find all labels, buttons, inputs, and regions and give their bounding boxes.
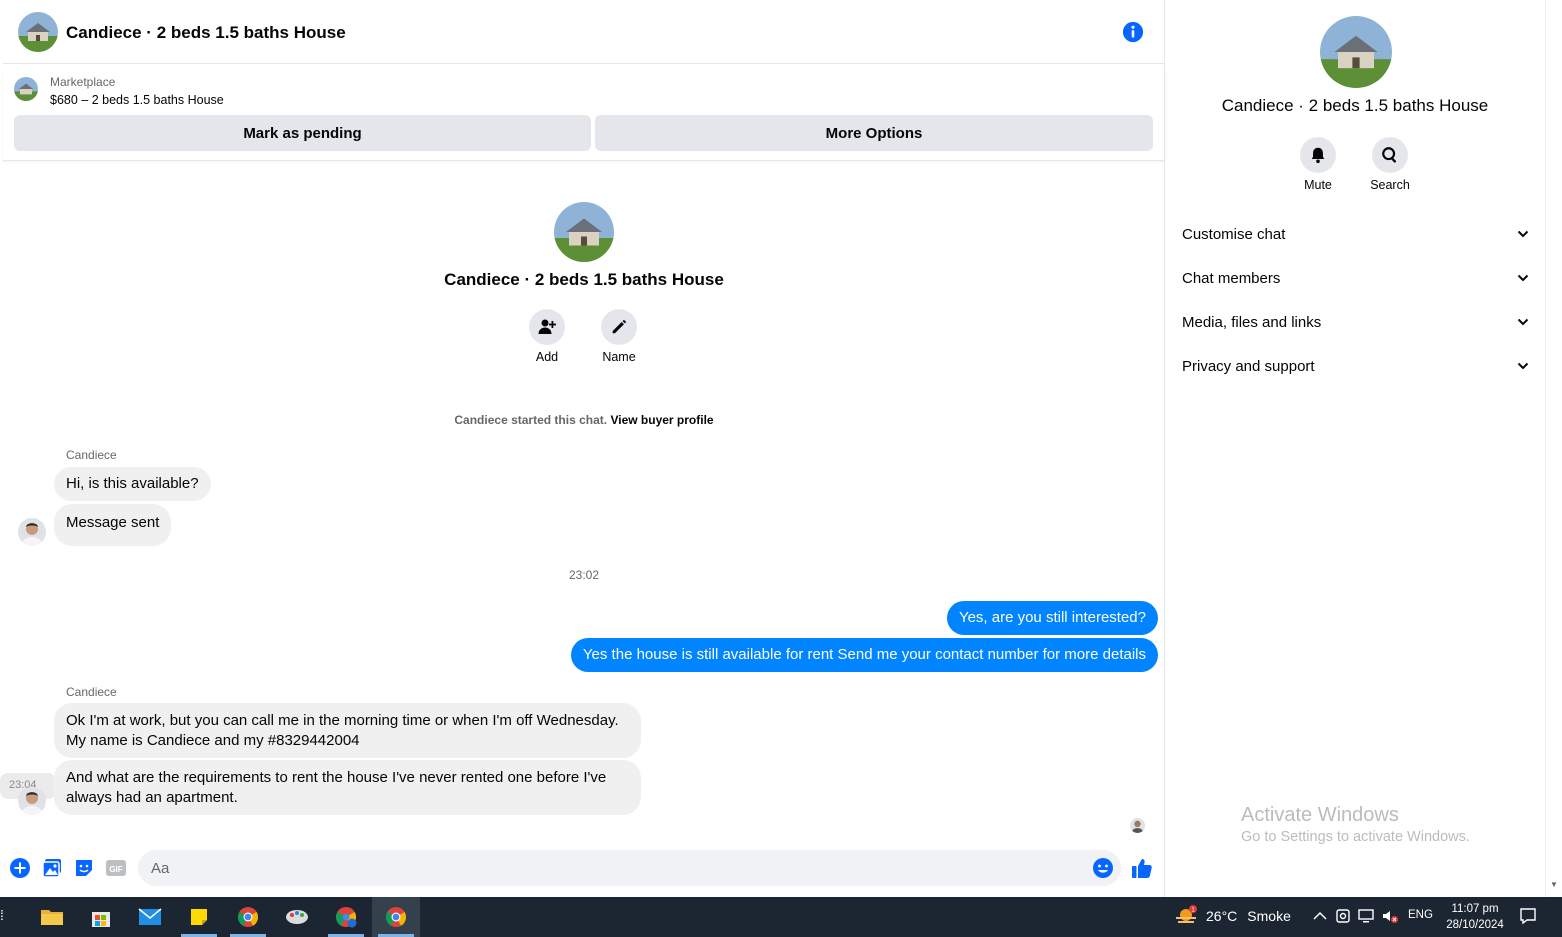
info-icon[interactable] bbox=[1122, 21, 1144, 43]
activate-windows-watermark: Activate Windows Go to Settings to activ… bbox=[1241, 804, 1470, 845]
listing-source-label: Marketplace bbox=[50, 75, 116, 89]
scroll-down-arrow-icon[interactable]: ▼ bbox=[1550, 880, 1558, 889]
like-thumb-icon[interactable] bbox=[1131, 857, 1153, 879]
mute-button[interactable]: Mute bbox=[1288, 137, 1348, 192]
task-view-icon[interactable]: ⁞ bbox=[0, 907, 4, 923]
message-line: Ok I'm at work, but you can call me in t… bbox=[66, 712, 619, 729]
message-input[interactable] bbox=[138, 850, 1121, 886]
listing-title[interactable]: $680 – 2 beds 1.5 baths House bbox=[50, 93, 224, 107]
outgoing-message[interactable]: Yes the house is still available for ren… bbox=[570, 638, 1158, 672]
sender-avatar[interactable] bbox=[18, 787, 46, 815]
photo-icon[interactable] bbox=[41, 857, 63, 879]
row-label: Privacy and support bbox=[1182, 357, 1315, 375]
weather-smoke-icon: 1 bbox=[1176, 905, 1197, 923]
search-label: Search bbox=[1370, 178, 1410, 192]
network-icon[interactable] bbox=[1357, 907, 1375, 925]
chrome-icon[interactable] bbox=[224, 897, 272, 937]
chevron-down-icon bbox=[1517, 274, 1529, 282]
seen-receipt-avatar bbox=[1130, 818, 1145, 833]
row-label: Media, files and links bbox=[1182, 313, 1322, 331]
language-indicator[interactable]: ENG bbox=[1408, 909, 1433, 921]
bell-icon bbox=[1311, 147, 1325, 164]
emoji-icon[interactable] bbox=[1092, 857, 1114, 879]
sender-name: Candiece bbox=[66, 448, 117, 462]
windows-taskbar: ⁞ 1 26°C Smoke ENG 11:07 pm 28/10/2024 bbox=[0, 897, 1562, 937]
name-label: Name bbox=[602, 350, 636, 364]
chevron-down-icon bbox=[1517, 362, 1529, 370]
mute-label: Mute bbox=[1304, 178, 1332, 192]
chrome-profile-icon[interactable] bbox=[322, 897, 370, 937]
row-label: Customise chat bbox=[1182, 225, 1286, 243]
weather-temperature: 26°C bbox=[1206, 908, 1238, 924]
intro-title: Candiece · 2 beds 1.5 baths House bbox=[444, 270, 724, 289]
sender-name: Candiece bbox=[66, 685, 117, 699]
clock-time: 11:07 pm bbox=[1451, 903, 1499, 915]
chrome-icon[interactable] bbox=[372, 897, 420, 937]
add-label: Add bbox=[535, 350, 559, 364]
chat-title[interactable]: Candiece · 2 beds 1.5 baths House bbox=[66, 23, 346, 43]
file-explorer-icon[interactable] bbox=[28, 897, 76, 937]
row-label: Chat members bbox=[1182, 269, 1281, 287]
search-in-chat-button[interactable]: Search bbox=[1360, 137, 1420, 192]
message-thread: Candiece · 2 beds 1.5 baths House Add Na… bbox=[0, 162, 1165, 845]
messenger-app: Candiece · 2 beds 1.5 baths House Market… bbox=[0, 0, 1562, 897]
chevron-down-icon bbox=[1517, 318, 1529, 326]
weather-condition: Smoke bbox=[1247, 908, 1291, 924]
chat-avatar[interactable] bbox=[18, 12, 58, 52]
time-divider: 23:02 bbox=[568, 568, 600, 582]
started-text: Candiece started this chat. bbox=[454, 413, 608, 427]
mail-icon[interactable] bbox=[126, 897, 174, 937]
panel-avatar bbox=[1320, 16, 1392, 88]
message-line: And what are the requirements to rent th… bbox=[66, 769, 607, 786]
listing-thumbnail[interactable] bbox=[14, 77, 38, 101]
add-people-button[interactable]: Add bbox=[517, 309, 577, 364]
microsoft-store-icon[interactable] bbox=[77, 897, 125, 937]
search-icon bbox=[1382, 147, 1397, 163]
meet-now-icon[interactable] bbox=[1334, 907, 1352, 925]
view-buyer-profile-link[interactable]: View buyer profile bbox=[610, 413, 713, 427]
message-line: always had an apartment. bbox=[66, 789, 238, 806]
incoming-message[interactable]: Hi, is this available? bbox=[54, 467, 211, 501]
marketplace-listing-bar: Marketplace $680 – 2 beds 1.5 baths Hous… bbox=[3, 65, 1165, 161]
sticker-icon[interactable] bbox=[73, 857, 95, 879]
page-scrollbar[interactable]: ▼ bbox=[1545, 0, 1562, 897]
mark-as-pending-button[interactable]: Mark as pending bbox=[14, 115, 591, 151]
clock-date: 28/10/2024 bbox=[1446, 919, 1504, 931]
sticky-notes-icon[interactable] bbox=[175, 897, 223, 937]
chat-members-row[interactable]: Chat members bbox=[1182, 256, 1530, 300]
name-chat-button[interactable]: Name bbox=[589, 309, 649, 364]
volume-muted-icon[interactable] bbox=[1381, 907, 1399, 925]
privacy-support-row[interactable]: Privacy and support bbox=[1182, 344, 1530, 388]
watermark-title: Activate Windows bbox=[1241, 804, 1399, 826]
svg-text:GIF: GIF bbox=[109, 865, 122, 874]
watermark-subtitle: Go to Settings to activate Windows. bbox=[1241, 829, 1470, 845]
incoming-message[interactable]: Ok I'm at work, but you can call me in t… bbox=[54, 703, 641, 758]
sender-avatar[interactable] bbox=[18, 518, 46, 546]
media-files-links-row[interactable]: Media, files and links bbox=[1182, 300, 1530, 344]
weather-widget[interactable]: 1 26°C Smoke bbox=[1174, 905, 1291, 927]
incoming-message[interactable]: Message sent bbox=[54, 504, 172, 546]
more-options-button[interactable]: More Options bbox=[595, 115, 1153, 151]
outgoing-message[interactable]: Yes, are you still interested? bbox=[946, 601, 1158, 635]
taskbar-clock[interactable]: 11:07 pm 28/10/2024 bbox=[1440, 901, 1510, 933]
chat-started-notice: Candiece started this chat. View buyer p… bbox=[3, 413, 1165, 427]
pencil-icon bbox=[612, 319, 627, 334]
add-person-icon bbox=[538, 319, 556, 334]
intro-avatar bbox=[554, 202, 614, 262]
message-composer: GIF bbox=[3, 845, 1165, 897]
chat-info-panel: Candiece · 2 beds 1.5 baths House Mute S… bbox=[1166, 0, 1544, 897]
notification-center-icon[interactable] bbox=[1519, 907, 1537, 925]
plus-circle-icon[interactable] bbox=[9, 857, 31, 879]
paint-icon[interactable] bbox=[273, 897, 321, 937]
chat-header: Candiece · 2 beds 1.5 baths House bbox=[3, 0, 1165, 64]
panel-title: Candiece · 2 beds 1.5 baths House bbox=[1221, 96, 1489, 115]
message-line: My name is Candiece and my #8329442004 bbox=[66, 732, 360, 749]
chat-column: Candiece · 2 beds 1.5 baths House Market… bbox=[0, 0, 1165, 897]
customise-chat-row[interactable]: Customise chat bbox=[1182, 212, 1530, 256]
gif-icon[interactable]: GIF bbox=[105, 857, 127, 879]
chevron-up-icon[interactable] bbox=[1311, 907, 1329, 925]
incoming-message[interactable]: And what are the requirements to rent th… bbox=[54, 760, 641, 815]
chevron-down-icon bbox=[1517, 230, 1529, 238]
